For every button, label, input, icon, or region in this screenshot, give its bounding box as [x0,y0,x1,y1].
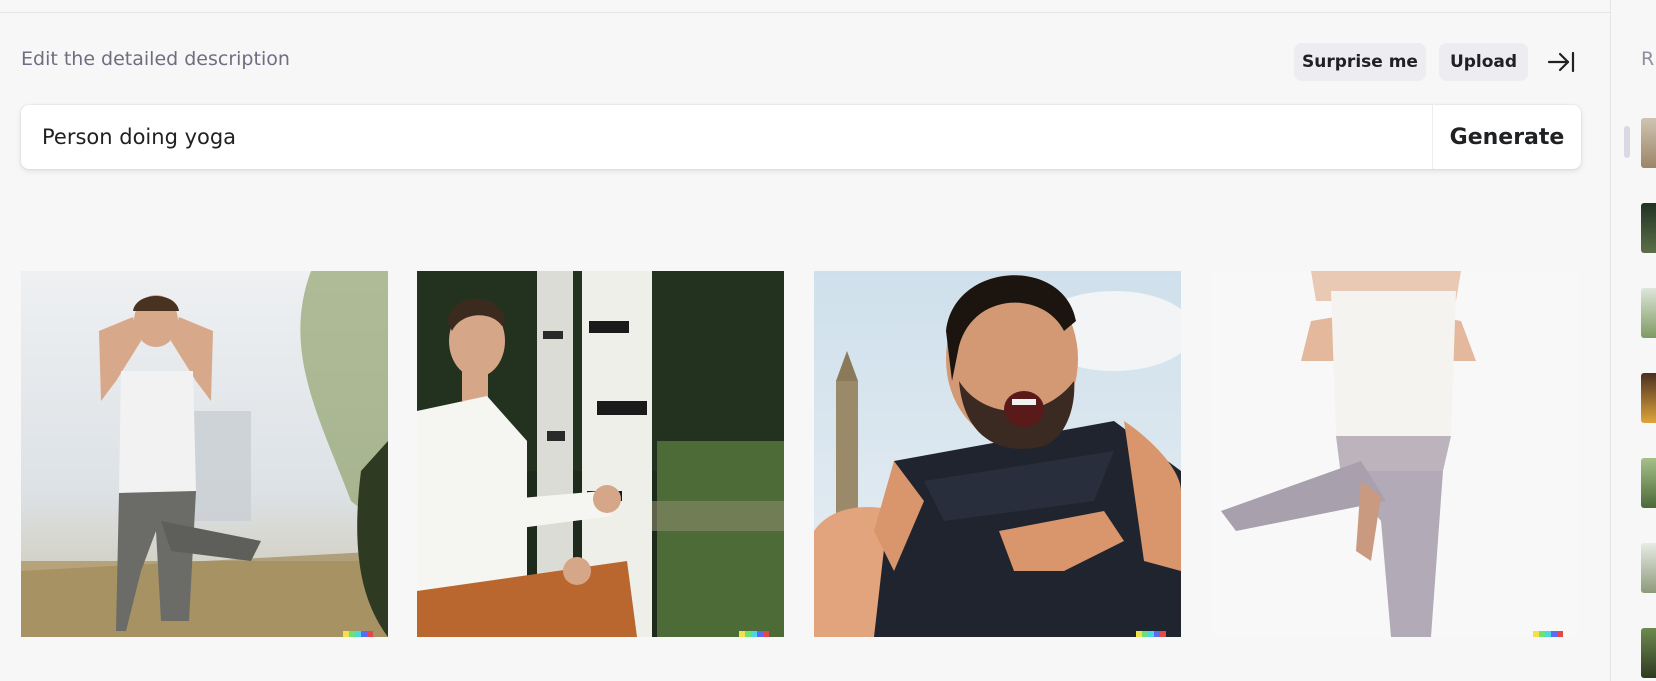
sidebar-scrollbar[interactable] [1624,126,1630,158]
history-thumbnail[interactable] [1641,373,1656,423]
description-label: Edit the detailed description [21,48,290,70]
generate-button[interactable]: Generate [1433,105,1581,169]
prompt-bar: Generate [21,105,1581,169]
collapse-right-icon[interactable] [1546,49,1576,75]
top-divider [0,0,1610,13]
history-thumbnail[interactable] [1641,118,1656,168]
history-sidebar: R [1610,0,1656,681]
history-thumbnail[interactable] [1641,543,1656,593]
upload-button[interactable]: Upload [1439,43,1528,81]
result-image-3[interactable] [814,271,1181,637]
history-thumbnail[interactable] [1641,458,1656,508]
history-thumbnail[interactable] [1641,288,1656,338]
surprise-me-button[interactable]: Surprise me [1294,43,1426,81]
result-image-1[interactable] [21,271,388,637]
prompt-input[interactable] [21,105,1433,169]
main-panel: Edit the detailed description Surprise m… [0,13,1610,681]
result-image-4[interactable] [1211,271,1578,637]
history-thumbnail[interactable] [1641,203,1656,253]
history-thumbnail[interactable] [1641,628,1656,678]
history-heading: R [1641,48,1655,70]
result-image-2[interactable] [417,271,784,637]
